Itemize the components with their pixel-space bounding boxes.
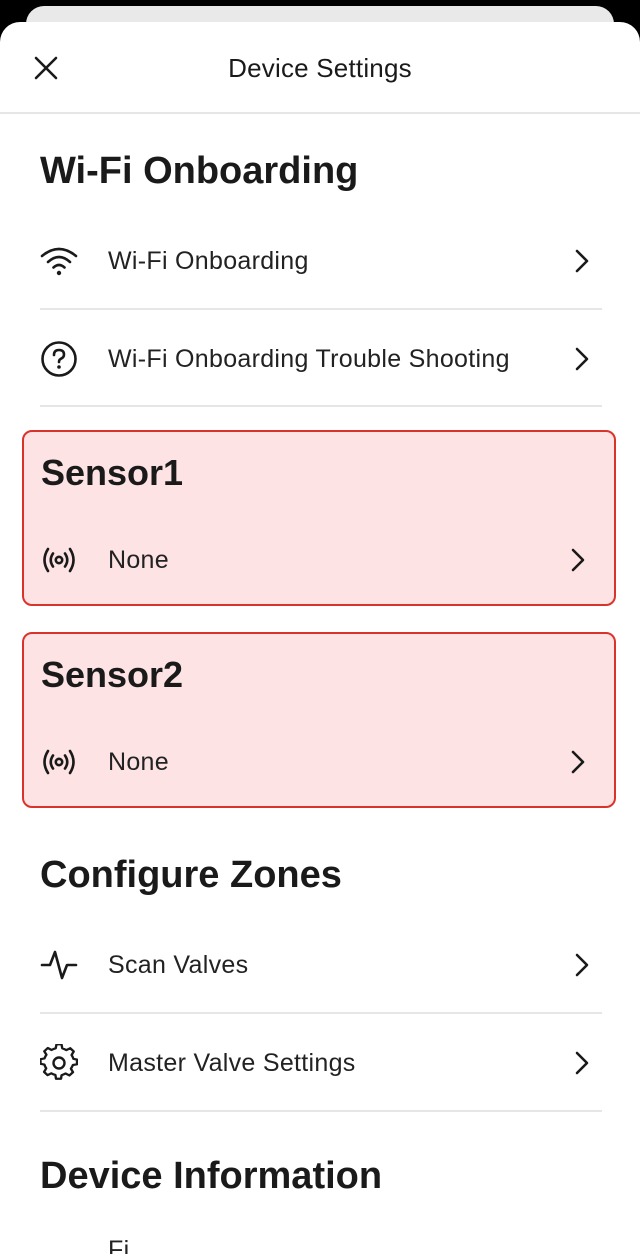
chevron-right-icon [570, 950, 594, 980]
wifi-onboarding-label: Wi-Fi Onboarding [108, 246, 309, 275]
chevron-right-icon [570, 344, 594, 374]
chevron-right-icon [570, 246, 594, 276]
chevron-right-icon [566, 545, 590, 575]
sensor-broadcast-icon [40, 541, 78, 579]
section-title-device-info: Device Information [40, 1155, 383, 1197]
section-title-zones: Configure Zones [40, 854, 342, 896]
device-settings-sheet: Device Settings Wi-Fi Onboarding Wi-Fi O… [0, 22, 640, 1254]
sensor1-value: None [108, 545, 169, 574]
chevron-right-icon [570, 1048, 594, 1078]
sheet-header: Device Settings [0, 22, 640, 114]
pulse-icon [40, 946, 78, 984]
master-valve-settings-item[interactable]: Master Valve Settings [40, 1015, 602, 1111]
sensor2-title: Sensor2 [41, 654, 184, 695]
scan-valves-label: Scan Valves [108, 950, 249, 979]
gear-icon [40, 1044, 78, 1082]
page-title: Device Settings [228, 53, 412, 83]
sensor1-item[interactable]: None [40, 512, 598, 608]
divider [40, 405, 602, 407]
divider [40, 1110, 602, 1112]
divider [40, 308, 602, 310]
wifi-icon [40, 242, 78, 280]
firmware-item[interactable]: Fi [40, 1220, 602, 1254]
master-valve-settings-label: Master Valve Settings [108, 1048, 356, 1077]
sensor2-item[interactable]: None [40, 714, 598, 810]
wifi-onboarding-item[interactable]: Wi-Fi Onboarding [40, 213, 602, 309]
wifi-troubleshooting-item[interactable]: Wi-Fi Onboarding Trouble Shooting [40, 311, 602, 407]
wifi-troubleshooting-label: Wi-Fi Onboarding Trouble Shooting [108, 344, 510, 373]
scan-valves-item[interactable]: Scan Valves [40, 917, 602, 1013]
sensor1-title: Sensor1 [41, 452, 184, 493]
sensor-broadcast-icon [40, 743, 78, 781]
info-icon [40, 1220, 78, 1254]
help-circle-icon [40, 340, 78, 378]
section-title-wifi: Wi-Fi Onboarding [40, 150, 359, 192]
firmware-label: Fi [108, 1236, 130, 1254]
sensor1-card: Sensor1 None [22, 430, 616, 606]
chevron-right-icon [566, 747, 590, 777]
sensor2-card: Sensor2 None [22, 632, 616, 808]
divider [40, 1012, 602, 1014]
sensor2-value: None [108, 747, 169, 776]
